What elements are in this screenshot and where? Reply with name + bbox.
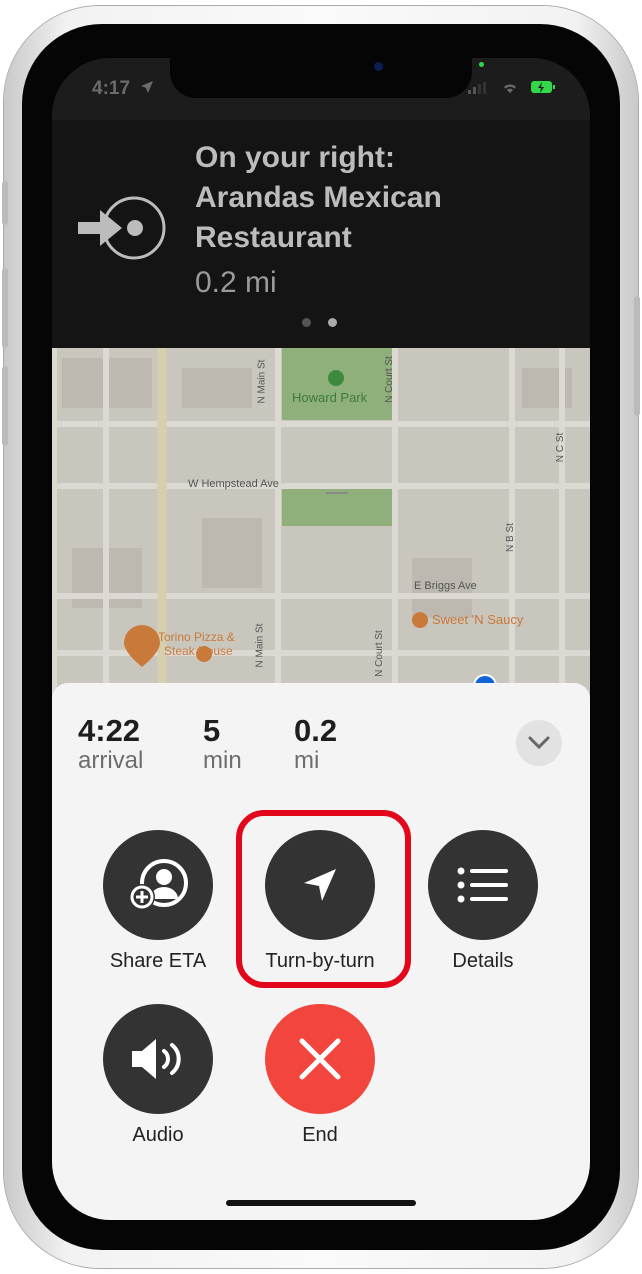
time-value: 5 [203, 713, 221, 748]
arrival-value: 4:22 [78, 713, 141, 748]
time-label: min [203, 747, 242, 774]
map-view[interactable]: Howard Park W Hempstead Ave N Main St N … [52, 348, 590, 708]
location-arrow-icon [141, 81, 153, 93]
signal-icon [468, 82, 486, 94]
arrive-right-icon [78, 196, 166, 260]
page-dot-1[interactable] [302, 318, 311, 327]
map-poi-sweet-n-saucy[interactable]: Sweet 'N Saucy [432, 612, 523, 627]
wifi-icon [504, 84, 516, 93]
map-poi-torino-2[interactable]: Steak House [164, 644, 233, 658]
mute-switch [2, 181, 8, 225]
map-label-n-c: N C St [555, 432, 567, 463]
end-label: End [302, 1124, 338, 1146]
share-eta-icon [129, 859, 188, 910]
audio-label: Audio [132, 1124, 184, 1146]
guidance-line-1: On your right: [195, 141, 395, 174]
volume-down-button [2, 366, 8, 446]
details-button[interactable]: Details [408, 830, 558, 973]
map-label-n-main-2: N Main St [254, 623, 266, 668]
details-label: Details [452, 950, 514, 972]
close-icon [299, 1038, 341, 1080]
arrival-label: arrival [78, 747, 144, 774]
audio-button[interactable]: Audio [83, 1004, 233, 1147]
distance-label: mi [294, 747, 320, 774]
volume-up-button [2, 268, 8, 348]
map-label-park: Howard Park [292, 390, 368, 405]
guidance-line-3: Restaurant [195, 221, 352, 254]
end-button[interactable]: End [245, 1004, 395, 1147]
battery-charging-icon [531, 81, 555, 93]
share-eta-label: Share ETA [109, 950, 207, 972]
status-time: 4:17 [92, 78, 131, 99]
side-button [634, 296, 640, 416]
guidance-banner[interactable]: On your right: Arandas Mexican Restauran… [52, 120, 590, 348]
notch [170, 58, 472, 98]
collapse-button[interactable] [516, 720, 562, 766]
guidance-distance: 0.2 mi [195, 266, 277, 299]
map-label-n-court-2: N Court St [373, 630, 385, 677]
map-label-n-b: N B St [504, 523, 516, 552]
map-label-n-court: N Court St [383, 356, 395, 403]
page-dot-2[interactable] [328, 318, 337, 327]
chevron-down-icon [528, 736, 550, 750]
map-label-e-briggs: E Briggs Ave [414, 580, 477, 592]
share-eta-button[interactable]: Share ETA [83, 830, 233, 973]
screen: 4:17 On your right: Arandas Mexican Rest… [52, 58, 590, 1220]
camera-indicator [479, 62, 484, 67]
home-indicator[interactable] [226, 1200, 416, 1206]
map-label-n-main: N Main St [256, 359, 268, 404]
highlight-box [236, 810, 411, 988]
list-icon [457, 867, 508, 903]
speaker-icon [132, 1039, 181, 1079]
status-bar: 4:17 [52, 58, 590, 120]
camera [374, 62, 383, 71]
map-poi-torino-1[interactable]: Torino Pizza & [158, 630, 235, 644]
guidance-line-2: Arandas Mexican [195, 181, 442, 214]
distance-value: 0.2 [294, 713, 338, 748]
map-label-w-hempstead: W Hempstead Ave [188, 478, 279, 490]
